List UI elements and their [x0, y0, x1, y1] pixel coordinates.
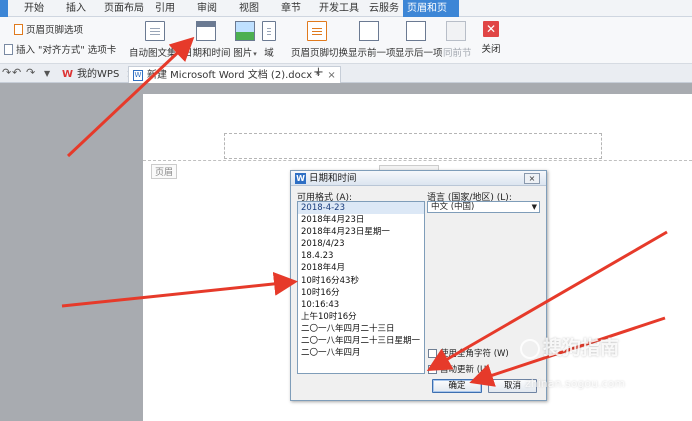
app-menu-button[interactable]	[0, 0, 8, 17]
tab-references[interactable]: 引用	[151, 0, 179, 17]
formats-listbox[interactable]: 2018-4-23 2018年4月23日 2018年4月23日星期一 2018/…	[297, 201, 425, 374]
list-item[interactable]: 2018年4月23日	[298, 214, 424, 226]
switch-header-footer-button[interactable]: 页眉页脚切换	[291, 21, 348, 59]
tab-insert[interactable]: 插入	[62, 0, 90, 17]
calendar-icon	[196, 21, 216, 41]
list-item[interactable]: 二〇一八年四月	[298, 347, 424, 359]
header-label: 页眉	[151, 164, 178, 179]
list-item[interactable]: 2018年4月	[298, 262, 424, 274]
new-tab-icon[interactable]: +	[313, 65, 324, 80]
header-options-icon	[14, 23, 23, 35]
list-item[interactable]: 2018/4/23	[298, 238, 424, 250]
list-item[interactable]: 10时16分	[298, 287, 424, 299]
header-area[interactable]	[224, 133, 602, 159]
list-item[interactable]: 10时16分43秒	[298, 275, 424, 287]
show-next-button[interactable]: 显示后一项	[395, 21, 443, 59]
language-select[interactable]: 中文 (中国) ▼	[427, 201, 540, 213]
picture-icon	[235, 21, 255, 41]
ok-button[interactable]: 确定	[432, 379, 482, 393]
list-item[interactable]: 二〇一八年四月二十三日星期一	[298, 335, 424, 347]
checkbox-box	[428, 348, 437, 358]
tab-document[interactable]: W 新建 Microsoft Word 文档 (2).docx * ×	[128, 66, 341, 83]
field-icon	[262, 21, 276, 41]
show-next-icon	[406, 21, 426, 41]
wps-app-icon: W	[295, 173, 306, 184]
list-item[interactable]: 10:16:43	[298, 299, 424, 311]
field-button[interactable]: 域	[262, 21, 276, 59]
sogou-logo-icon	[520, 338, 540, 359]
watermark-url: zhinan.sogou.com	[525, 377, 626, 390]
tab-my-wps[interactable]: W 我的WPS ×	[58, 66, 139, 83]
list-item[interactable]: 2018年4月23日星期一	[298, 226, 424, 238]
tab-home[interactable]: 开始	[20, 0, 48, 17]
tab-review[interactable]: 审阅	[193, 0, 221, 17]
show-previous-button[interactable]: 显示前一项	[348, 21, 396, 59]
insert-alignment-tab-button[interactable]: 插入 "对齐方式" 选项卡	[4, 42, 116, 56]
autotext-button[interactable]: 自动图文集▾	[129, 21, 181, 59]
list-item[interactable]: 18.4.23	[298, 250, 424, 262]
tab-cloud[interactable]: 云服务	[365, 0, 403, 17]
close-tab-icon[interactable]: ×	[327, 68, 335, 83]
header-footer-options-button[interactable]: 页眉页脚选项	[14, 22, 83, 36]
word-document-icon: W	[133, 69, 143, 81]
tab-page-layout[interactable]: 页面布局	[100, 0, 148, 17]
list-item[interactable]: 二〇一八年四月二十三日	[298, 323, 424, 335]
ribbon-toolbar: 页眉页脚选项 插入 "对齐方式" 选项卡 自动图文集▾ 日期和时间 图片▾ 域 …	[0, 17, 692, 64]
header-divider	[143, 160, 692, 161]
document-tab-bar: ↷ ↶ ↷ ▼ W 我的WPS × W 新建 Microsoft Word 文档…	[0, 64, 692, 83]
date-time-dialog: W 日期和时间 × 可用格式 (A): 语言 (国家/地区) (L): 2018…	[290, 170, 547, 401]
link-to-previous-button[interactable]: 同前节	[443, 21, 472, 59]
redo-icon[interactable]: ↷	[2, 66, 11, 79]
dialog-title: 日期和时间	[309, 173, 357, 184]
ribbon-tab-bar: 开始 插入 页面布局 引用 审阅 视图 章节 开发工具 云服务 页眉和页脚	[0, 0, 692, 31]
tab-developer[interactable]: 开发工具	[315, 0, 363, 17]
dialog-close-button[interactable]: ×	[524, 173, 540, 184]
wps-logo-icon: W	[62, 69, 74, 80]
chevron-down-icon: ▼	[531, 203, 537, 211]
tab-section[interactable]: 章节	[277, 0, 305, 17]
tab-view[interactable]: 视图	[235, 0, 263, 17]
insert-tab-icon	[4, 43, 13, 55]
autotext-icon	[145, 21, 165, 41]
fullwidth-checkbox[interactable]: 使用全角字符 (W)	[428, 347, 509, 359]
autoupdate-checkbox[interactable]: 自动更新 (U)	[428, 363, 490, 375]
close-header-footer-button[interactable]: ✕ 关闭	[481, 21, 501, 55]
date-time-button[interactable]: 日期和时间	[183, 21, 231, 59]
close-icon: ✕	[483, 21, 499, 37]
show-previous-icon	[359, 21, 379, 41]
redo-arrow-icon[interactable]: ↷	[26, 66, 35, 79]
tab-header-footer[interactable]: 页眉和页脚	[403, 0, 459, 31]
list-item[interactable]: 2018-4-23	[298, 202, 424, 215]
switch-header-footer-icon	[307, 21, 327, 41]
picture-button[interactable]: 图片▾	[231, 21, 259, 59]
link-to-previous-icon	[446, 21, 466, 41]
undo-icon[interactable]: ↶	[12, 66, 21, 79]
dialog-title-bar[interactable]: W 日期和时间 ×	[291, 171, 546, 186]
checkbox-box	[428, 364, 437, 374]
sogou-watermark: 搜狗指南	[520, 333, 619, 360]
quick-access-dropdown-icon[interactable]: ▼	[44, 69, 50, 78]
list-item[interactable]: 上午10时16分	[298, 311, 424, 323]
